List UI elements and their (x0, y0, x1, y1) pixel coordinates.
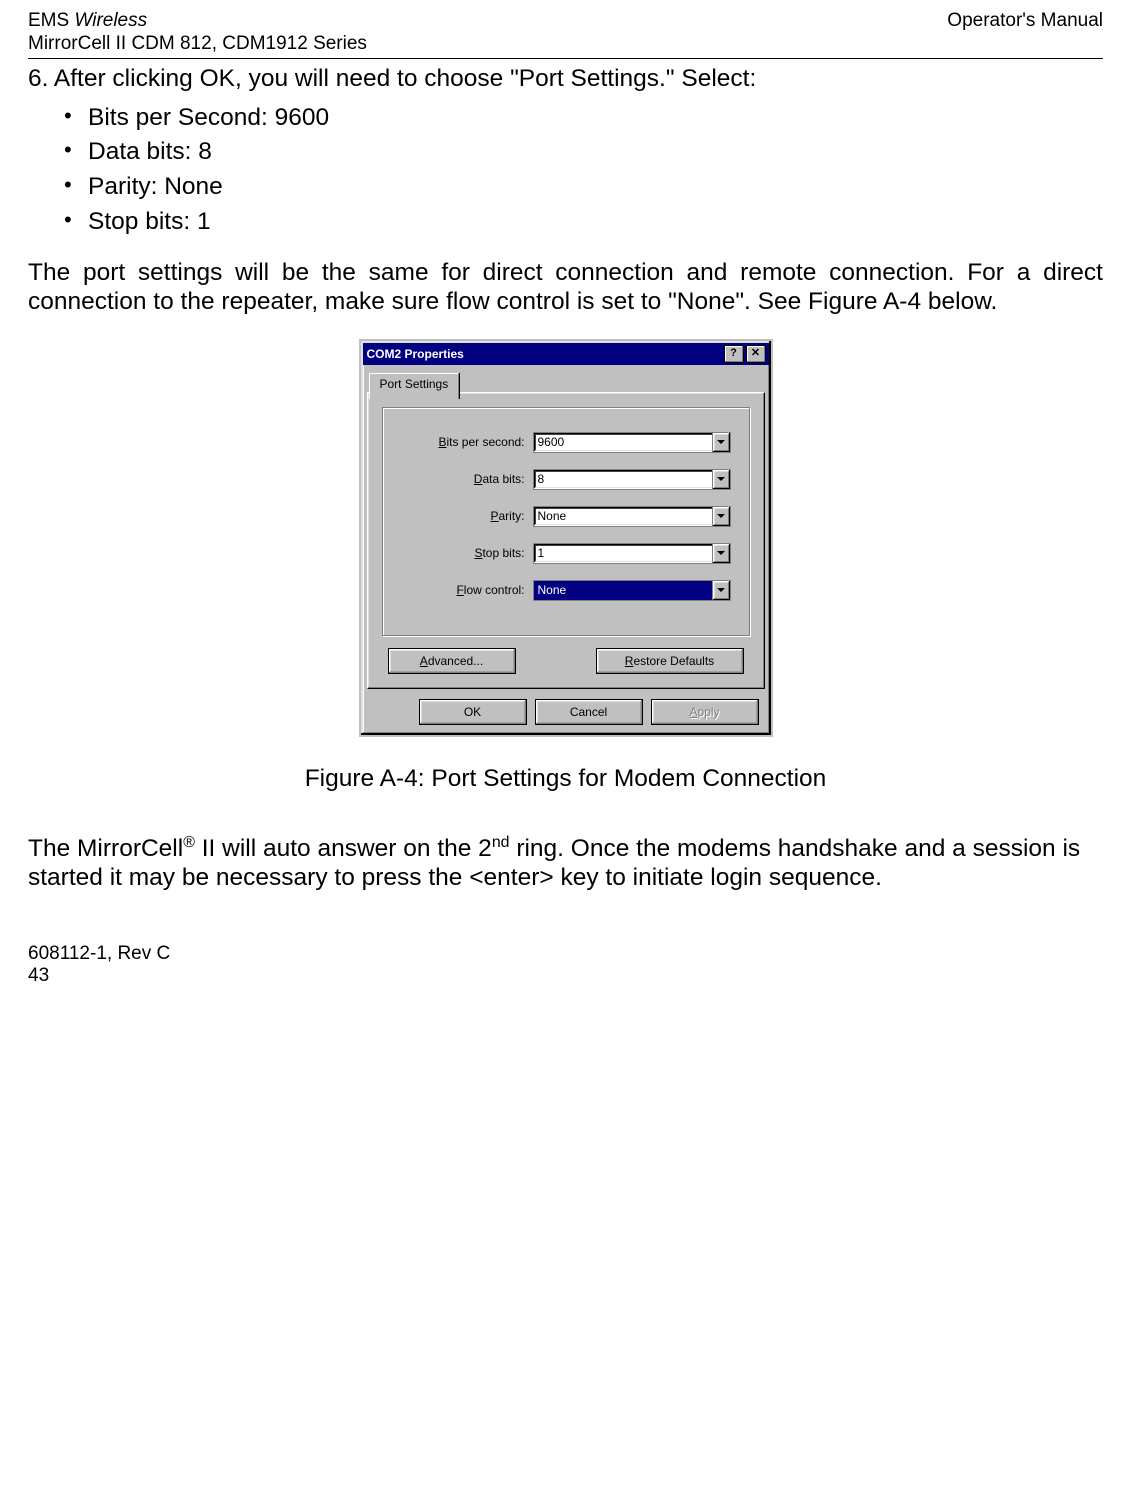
combo-parity[interactable]: None (533, 506, 731, 527)
row-parity: Parity: None (401, 506, 731, 527)
bullet-item: Bits per Second: 9600 (64, 104, 1103, 133)
footer-rev: 608112-1, Rev C (28, 943, 1103, 965)
help-button[interactable]: ? (724, 345, 744, 363)
page-footer: 608112-1, Rev C 43 (28, 943, 1103, 987)
header-rule (28, 58, 1103, 59)
combo-flow-control[interactable]: None (533, 580, 731, 601)
combo-value: 9600 (534, 433, 712, 452)
label-parity: Parity: (401, 509, 533, 523)
close-button[interactable]: ✕ (746, 345, 766, 363)
combo-value: None (534, 581, 712, 600)
chevron-down-icon[interactable] (712, 544, 730, 563)
chevron-down-icon[interactable] (712, 433, 730, 452)
row-flow-control: Flow control: None (401, 580, 731, 601)
header-left: EMS Wireless MirrorCell II CDM 812, CDM1… (28, 10, 367, 56)
bullet-item: Data bits: 8 (64, 138, 1103, 167)
tab-strip: Port Settings (367, 371, 765, 393)
label-flow-control: Flow control: (401, 583, 533, 597)
combo-value: None (534, 507, 712, 526)
chevron-down-icon[interactable] (712, 507, 730, 526)
combo-data-bits[interactable]: 8 (533, 469, 731, 490)
row-bits-per-second: Bits per second: 9600 (401, 432, 731, 453)
combo-bits-per-second[interactable]: 9600 (533, 432, 731, 453)
row-data-bits: Data bits: 8 (401, 469, 731, 490)
header-left-line2: MirrorCell II CDM 812, CDM1912 Series (28, 33, 367, 54)
com2-properties-dialog: COM2 Properties ? ✕ Port Settings Bits p… (359, 339, 773, 737)
chevron-down-icon[interactable] (712, 581, 730, 600)
paragraph-port-settings: The port settings will be the same for d… (28, 259, 1103, 317)
tab-port-settings[interactable]: Port Settings (369, 373, 460, 399)
header-right: Operator's Manual (947, 10, 1103, 56)
ok-button[interactable]: OK (419, 699, 527, 725)
figure-a4: COM2 Properties ? ✕ Port Settings Bits p… (28, 339, 1103, 737)
combo-value: 1 (534, 544, 712, 563)
row-stop-bits: Stop bits: 1 (401, 543, 731, 564)
settings-bullet-list: Bits per Second: 9600 Data bits: 8 Parit… (28, 104, 1103, 238)
label-data-bits: Data bits: (401, 472, 533, 486)
header-left-prefix: EMS (28, 10, 74, 31)
label-stop-bits: Stop bits: (401, 546, 533, 560)
page-header: EMS Wireless MirrorCell II CDM 812, CDM1… (28, 10, 1103, 56)
paragraph-mirrorcell: The MirrorCell® II will auto answer on t… (28, 834, 1103, 893)
figure-caption: Figure A-4: Port Settings for Modem Conn… (28, 765, 1103, 794)
bullet-item: Stop bits: 1 (64, 208, 1103, 237)
combo-value: 8 (534, 470, 712, 489)
advanced-button[interactable]: Advanced... (388, 648, 516, 674)
chevron-down-icon[interactable] (712, 470, 730, 489)
step-6-text: 6. After clicking OK, you will need to c… (28, 65, 1103, 94)
settings-group: Bits per second: 9600 Data bits: 8 (382, 407, 750, 636)
apply-button[interactable]: Apply (651, 699, 759, 725)
bullet-item: Parity: None (64, 173, 1103, 202)
cancel-button[interactable]: Cancel (535, 699, 643, 725)
combo-stop-bits[interactable]: 1 (533, 543, 731, 564)
restore-defaults-button[interactable]: Restore Defaults (596, 648, 744, 674)
footer-page-number: 43 (28, 965, 1103, 987)
tab-panel: Bits per second: 9600 Data bits: 8 (367, 392, 765, 689)
header-left-brand: Wireless (74, 10, 147, 31)
dialog-title: COM2 Properties (367, 347, 464, 361)
label-bits-per-second: Bits per second: (401, 435, 533, 449)
dialog-titlebar[interactable]: COM2 Properties ? ✕ (363, 343, 769, 365)
